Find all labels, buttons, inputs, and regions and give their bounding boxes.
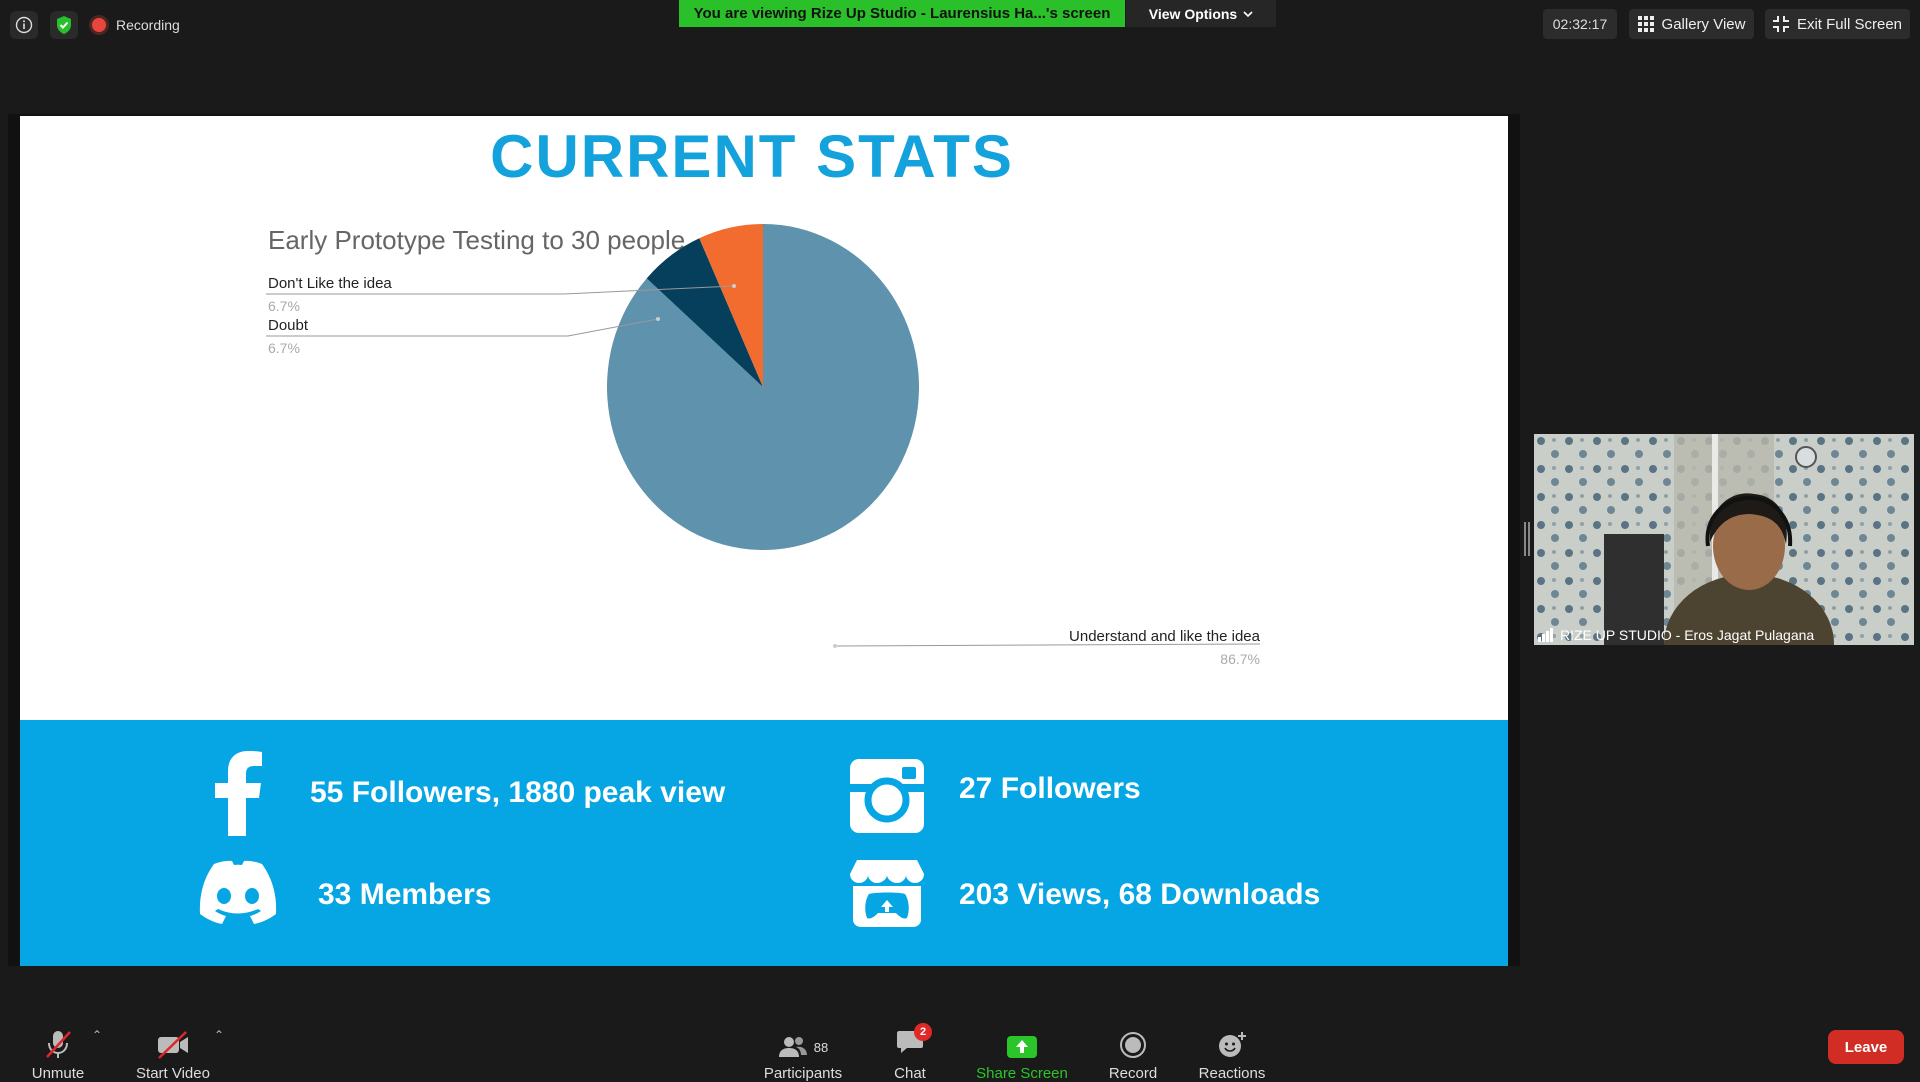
facebook-stat: 55 Followers, 1880 peak view	[310, 776, 726, 809]
view-options-label: View Options	[1148, 5, 1238, 22]
viewing-screen-banner: You are viewing Rize Up Studio - Laurens…	[679, 0, 1125, 27]
chevron-down-icon	[1243, 10, 1253, 17]
meeting-top-bar: Recording You are viewing Rize Up Studio…	[0, 0, 1920, 50]
connection-signal-icon	[1538, 628, 1553, 642]
shield-check-icon	[57, 16, 71, 34]
chat-unread-badge: 2	[914, 1023, 932, 1041]
leader-dot-dislike	[732, 284, 736, 288]
meeting-timer: 02:32:17	[1543, 9, 1617, 39]
slice-label-dislike: Don't Like the idea	[268, 275, 392, 292]
recording-indicator[interactable]: Recording	[92, 11, 180, 39]
participant-name: RIZE UP STUDIO - Eros Jagat Pulagana	[1560, 627, 1815, 643]
unmute-button[interactable]: Unmute	[22, 1020, 94, 1082]
video-camera-off-icon	[158, 1031, 188, 1059]
record-icon	[1120, 1032, 1146, 1058]
participant-name-label: RIZE UP STUDIO - Eros Jagat Pulagana	[1538, 627, 1814, 643]
gallery-view-label: Gallery View	[1661, 15, 1746, 33]
slice-label-doubt: Doubt	[268, 317, 309, 334]
panel-resize-handle[interactable]	[1524, 522, 1530, 556]
encryption-button[interactable]	[50, 11, 78, 39]
start-video-button[interactable]: Start Video	[128, 1020, 218, 1082]
exit-full-screen-label: Exit Full Screen	[1796, 15, 1903, 33]
info-icon	[15, 16, 33, 34]
share-screen-button[interactable]: Share Screen	[972, 1020, 1072, 1082]
microphone-muted-icon	[46, 1031, 71, 1058]
participants-count: 88	[813, 1039, 829, 1055]
participants-icon	[778, 1037, 807, 1057]
recording-dot-icon	[92, 18, 106, 32]
leader-line-doubt	[266, 318, 659, 337]
video-options-caret-icon[interactable]: ⌃	[214, 1028, 224, 1042]
shared-slide: CURRENT STATS Early Prototype Testing to…	[20, 116, 1508, 966]
view-options-button[interactable]: View Options	[1126, 0, 1276, 27]
slice-value-dislike: 6.7%	[268, 298, 300, 314]
instagram-icon	[850, 759, 924, 833]
audio-options-caret-icon[interactable]: ⌃	[92, 1028, 102, 1042]
discord-stat: 33 Members	[318, 878, 492, 911]
itchio-icon	[850, 860, 924, 927]
slice-value-understand: 86.7%	[1220, 651, 1260, 667]
gallery-view-button[interactable]: Gallery View	[1629, 9, 1754, 39]
instagram-stat: 27 Followers	[959, 772, 1141, 805]
start-video-label: Start Video	[136, 1065, 210, 1082]
participants-button[interactable]: 88 Participants	[760, 1020, 846, 1082]
participant-video-tile[interactable]: RIZE UP STUDIO - Eros Jagat Pulagana	[1534, 434, 1914, 645]
reactions-label: Reactions	[1198, 1065, 1266, 1082]
smiley-reaction-icon	[1219, 1032, 1246, 1057]
grid-icon	[1637, 16, 1654, 32]
pie-chart: Early Prototype Testing to 30 people Don…	[266, 224, 1261, 667]
meeting-controls-toolbar: Unmute ⌃ Start Video ⌃ 88 Participants 2	[0, 1010, 1920, 1082]
exit-fullscreen-icon	[1772, 16, 1789, 32]
exit-full-screen-button[interactable]: Exit Full Screen	[1765, 9, 1910, 39]
share-screen-icon	[1007, 1036, 1037, 1058]
slice-value-doubt: 6.7%	[268, 340, 300, 356]
discord-icon	[199, 860, 277, 924]
participant-video-frame	[1534, 434, 1914, 645]
leave-meeting-button[interactable]: Leave	[1828, 1030, 1904, 1064]
leader-dot-understand	[833, 644, 837, 648]
chat-button[interactable]: 2 Chat	[880, 1020, 940, 1082]
facebook-icon	[215, 751, 262, 836]
itchio-stat: 203 Views, 68 Downloads	[959, 878, 1321, 911]
record-label: Record	[1108, 1065, 1158, 1082]
meeting-info-button[interactable]	[10, 11, 38, 39]
participants-label: Participants	[763, 1065, 843, 1082]
record-button[interactable]: Record	[1098, 1020, 1168, 1082]
recording-label: Recording	[116, 17, 180, 33]
reactions-button[interactable]: Reactions	[1190, 1020, 1274, 1082]
chat-label: Chat	[894, 1065, 926, 1082]
leader-dot-doubt	[656, 317, 660, 321]
social-stats-band: 55 Followers, 1880 peak view 27 Follower…	[20, 720, 1508, 966]
slice-label-understand: Understand and like the idea	[1069, 628, 1261, 645]
unmute-label: Unmute	[31, 1065, 85, 1082]
chart-title: Early Prototype Testing to 30 people	[268, 225, 685, 255]
share-screen-label: Share Screen	[976, 1065, 1068, 1082]
